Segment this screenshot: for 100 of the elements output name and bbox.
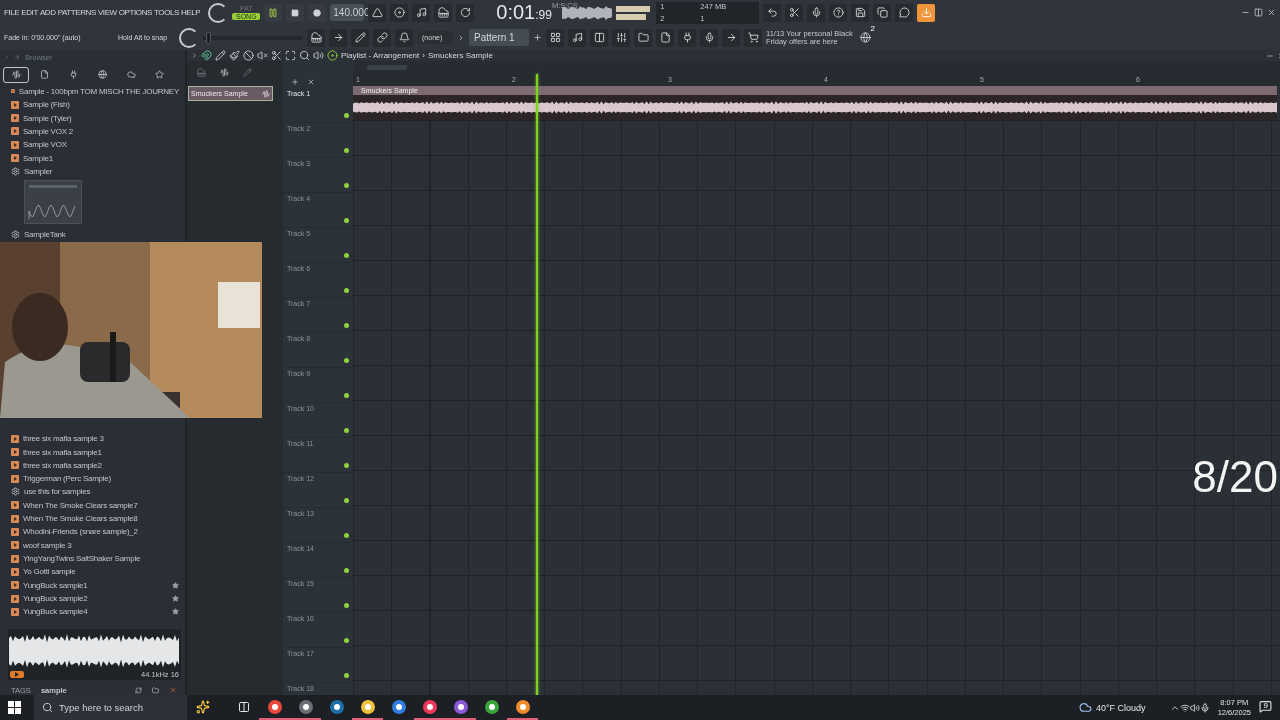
volume-icon[interactable] [1189,702,1200,713]
link-icon[interactable] [376,32,388,43]
pause-icon[interactable] [268,7,279,18]
menu-item[interactable]: PATTERNS [57,8,96,17]
notification-icon[interactable] [1259,699,1272,713]
magnet-icon[interactable] [201,50,212,61]
breadcrumb-text[interactable]: Smuckers Sample [427,51,493,60]
cart-icon[interactable] [747,32,759,43]
sparkle-icon[interactable] [195,699,210,714]
piano-roll-icon[interactable] [310,32,322,43]
star-icon[interactable] [172,595,179,603]
network-icon[interactable] [1179,702,1190,713]
save-icon[interactable] [854,7,866,18]
browser-item[interactable]: YungBuck sample4 [0,605,185,619]
mic-icon[interactable] [1199,702,1210,713]
browser-item[interactable]: three six mafia sample1 [0,445,185,459]
select-icon[interactable] [285,50,296,61]
close-icon[interactable] [169,686,177,695]
track-led[interactable] [344,393,349,398]
track-lane[interactable] [353,646,1280,681]
track-lane[interactable] [353,401,1280,436]
track-led[interactable] [344,358,349,363]
track-led[interactable] [344,428,349,433]
track-led[interactable] [344,323,349,328]
browser-icon[interactable] [637,32,649,43]
track-lane[interactable] [353,541,1280,576]
track-lane[interactable] [353,261,1280,296]
refresh-icon[interactable] [135,686,142,694]
track-lane[interactable] [353,191,1280,226]
track-led[interactable] [344,288,349,293]
menu-item[interactable]: VIEW [97,8,117,17]
browser-item[interactable]: YungBuck sample2 [0,591,185,606]
slice-icon[interactable] [271,50,282,61]
brush-icon[interactable] [229,50,240,61]
add-icon[interactable] [291,78,299,86]
star-icon[interactable] [172,608,179,616]
track-lane[interactable] [353,296,1280,331]
track-led[interactable] [344,253,349,258]
track-lane[interactable] [353,611,1280,646]
file-icon[interactable] [659,32,671,43]
browser-item[interactable]: Yo Gotti sample [0,565,185,579]
track-led[interactable] [344,568,349,573]
record-icon[interactable] [313,8,322,17]
track-lane[interactable] [353,226,1280,261]
browser-tab[interactable] [3,66,29,83]
slider-thumb[interactable] [206,31,212,44]
folder-icon[interactable] [152,686,159,694]
track-led[interactable] [344,638,349,643]
send-icon[interactable] [725,32,737,43]
browser-item[interactable]: three six mafia sample2 [0,458,185,472]
track-led[interactable] [344,183,349,188]
browser-item[interactable]: When The Smoke Clears sample7 [0,498,185,512]
track-led[interactable] [344,463,349,468]
menu-item[interactable]: EDIT [21,8,38,17]
browser-item[interactable]: Sample1 [0,151,185,165]
track-lane[interactable] [353,121,1280,156]
add-icon[interactable] [533,33,543,42]
menu-item[interactable]: HELP [181,8,201,17]
browser-item[interactable]: Triggerman (Perc Sample) [0,472,185,486]
restore-icon[interactable] [1254,8,1263,17]
menu-item[interactable]: ADD [39,8,56,17]
track-lane[interactable] [353,506,1280,541]
track-lane[interactable] [353,156,1280,191]
browser-item[interactable]: three six mafia sample 3 [0,432,185,446]
track-lane[interactable] [353,366,1280,401]
browser-item[interactable]: YingYangTwins SaltShaker Sample [0,551,185,566]
browser-item[interactable]: Sample (Tyler) [0,111,185,125]
play-button[interactable] [10,670,24,678]
pencil-icon[interactable] [215,50,226,61]
track-led[interactable] [344,498,349,503]
keyboard-icon[interactable] [437,7,449,18]
mixer-icon[interactable] [615,32,627,43]
undo-icon[interactable] [766,7,778,18]
track-led[interactable] [344,673,349,678]
pattern-selector[interactable]: Pattern 1 [469,29,530,46]
plug-icon[interactable] [681,32,693,43]
pencil-icon[interactable] [354,32,366,43]
track-lane[interactable] [353,331,1280,366]
scissors-icon[interactable] [788,7,800,18]
speaker-icon[interactable] [313,50,324,61]
chat-icon[interactable] [898,7,910,18]
menu-item[interactable]: OPTIONS [118,8,152,17]
track-led[interactable] [344,218,349,223]
browser-item[interactable]: Whodini-Friends (snare sample)_2 [0,525,185,539]
track-led[interactable] [344,113,349,118]
browser-item[interactable]: Sampler [0,164,185,179]
playlist-icon[interactable] [549,32,561,43]
playhead[interactable] [535,74,538,695]
arrow-icon[interactable] [332,32,344,43]
audio-tab-icon[interactable] [220,67,229,77]
task-view-icon[interactable] [237,700,250,713]
chevron-icon[interactable] [191,52,198,59]
browser-item[interactable]: SampleTank [0,228,185,242]
weather-text[interactable]: 40°F Cloudy [1096,702,1146,713]
stop-icon[interactable] [291,8,300,17]
delete-icon[interactable] [243,50,254,61]
browser-item[interactable]: woof sample 3 [0,538,185,552]
menu-item[interactable]: TOOLS [154,8,179,17]
cloud-icon[interactable] [1079,701,1092,714]
browser-item[interactable]: Sample VOX [0,138,185,152]
